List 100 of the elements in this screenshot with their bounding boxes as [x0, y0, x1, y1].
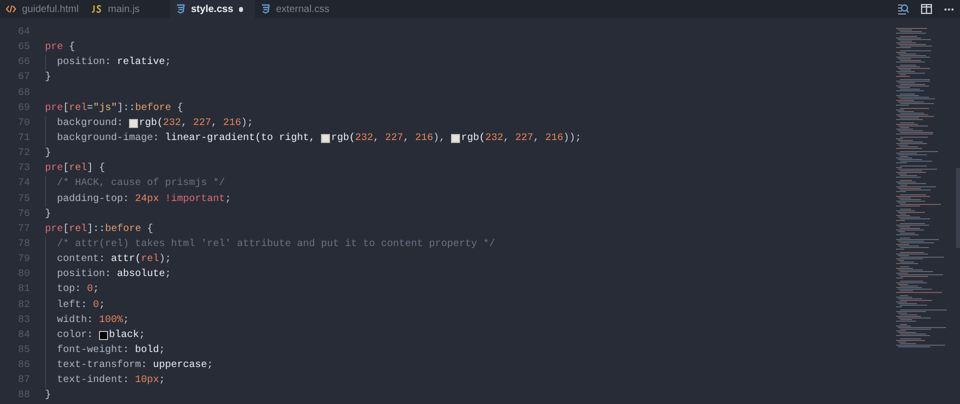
code-token: rgb(: [331, 132, 356, 146]
code-token: ,: [373, 132, 380, 146]
code-token: 24px: [135, 192, 160, 207]
code-token: "js": [93, 102, 118, 116]
code-token: [: [63, 162, 70, 176]
code-token: background: [57, 116, 118, 131]
code-token: text-transform: [57, 358, 142, 374]
code-token: ]::: [117, 102, 136, 116]
code-token: 227: [193, 116, 212, 131]
code-token: =: [87, 102, 94, 116]
code-token: color: [57, 328, 88, 343]
file-tab[interactable]: guideful.html: [0, 0, 85, 18]
code-token: rel: [69, 162, 88, 176]
code-token: rgb(: [461, 132, 486, 146]
code-token: :: [123, 192, 130, 207]
code-token: 216: [545, 132, 564, 146]
code-token: pre: [45, 41, 64, 56]
code-token: ] {: [87, 162, 106, 176]
code-token: left: [57, 298, 82, 313]
code-token: :: [99, 253, 106, 268]
code-token: /* HACK, cause of prismjs */: [57, 176, 226, 192]
code-token: content: [57, 253, 100, 268]
code-token: ,: [533, 132, 540, 146]
code-token: );: [159, 252, 172, 268]
code-token: :: [87, 314, 94, 328]
code-token: ;: [207, 359, 214, 374]
code-token: }: [45, 208, 52, 222]
code-token: :: [153, 132, 160, 146]
code-token: [: [63, 222, 70, 237]
code-token: pre: [45, 162, 64, 176]
code-token: {: [146, 222, 154, 237]
code-token: }: [45, 146, 52, 162]
code-token: ;: [165, 268, 172, 282]
code-token: relative: [117, 56, 166, 70]
code-token: pre: [45, 222, 64, 237]
code-token: 0: [87, 283, 94, 298]
code-token: 100%: [99, 314, 124, 328]
code-token: :: [117, 116, 124, 131]
code-token: {: [176, 102, 184, 116]
code-token: ;: [139, 328, 146, 343]
code-token: padding-top: [57, 192, 124, 207]
code-token: !important: [164, 192, 226, 207]
code-token: top: [57, 283, 76, 298]
code-token: 232: [355, 132, 374, 146]
code-token: [: [63, 102, 70, 116]
code-token: /* attr(rel) takes html 'rel' attribute and put it to content property */: [57, 238, 496, 252]
code-token: 227: [385, 132, 404, 146]
code-token: ;: [165, 56, 172, 70]
code-token: uppercase: [153, 359, 208, 374]
code-token: absolute: [117, 268, 166, 282]
file-tab[interactable]: main.js: [85, 0, 170, 18]
code-token: :: [123, 374, 130, 388]
code-token: 216: [415, 132, 434, 146]
code-token: 227: [515, 132, 534, 146]
code-token: 10px: [135, 374, 160, 388]
code-token: bold: [135, 344, 160, 358]
code-token: ,: [181, 116, 188, 131]
code-token: font-weight: [57, 344, 124, 358]
code-token: ]::: [87, 222, 106, 237]
code-token: );: [241, 116, 254, 131]
code-token: ;: [159, 344, 166, 358]
code-token: ),: [433, 132, 446, 146]
code-token: ,: [503, 132, 510, 146]
code-token: rgb(: [139, 116, 164, 131]
code-token: }: [45, 70, 52, 86]
code-token: :: [87, 328, 94, 343]
code-token: ;: [99, 298, 106, 313]
code-token: ,: [403, 132, 410, 146]
code-token: rel: [141, 252, 160, 268]
code-token: rel: [69, 222, 88, 237]
code-token: :: [105, 268, 112, 282]
code-token: ,: [211, 116, 218, 131]
code-token: ;: [123, 314, 130, 328]
file-tab[interactable]: style.css: [170, 0, 255, 18]
code-token: attr(: [111, 252, 142, 268]
code-token: linear-gradient(to right,: [165, 132, 316, 146]
code-token: before: [135, 102, 172, 116]
code-token: ;: [159, 374, 166, 388]
code-token: :: [81, 298, 88, 313]
code-token: :: [105, 56, 112, 70]
code-token: :: [75, 283, 82, 298]
code-token: rel: [69, 102, 88, 116]
code-token: black: [109, 328, 140, 343]
file-tab[interactable]: external.css: [255, 0, 340, 18]
code-token: 0: [93, 298, 100, 313]
code-token: ;: [93, 283, 100, 298]
code-token: ));: [563, 132, 582, 146]
code-token: before: [105, 222, 142, 237]
code-token: pre: [45, 102, 64, 116]
code-token: :: [123, 344, 130, 358]
code-token: 216: [223, 116, 242, 131]
code-token: text-indent: [57, 374, 124, 388]
code-token: }: [45, 388, 52, 404]
code-token: width: [57, 314, 88, 328]
code-token: {: [68, 40, 76, 56]
code-token: :: [141, 359, 148, 374]
code-token: 232: [163, 116, 182, 131]
code-token: position: [57, 56, 106, 70]
code-token: 232: [485, 132, 504, 146]
code-token: position: [57, 268, 106, 282]
